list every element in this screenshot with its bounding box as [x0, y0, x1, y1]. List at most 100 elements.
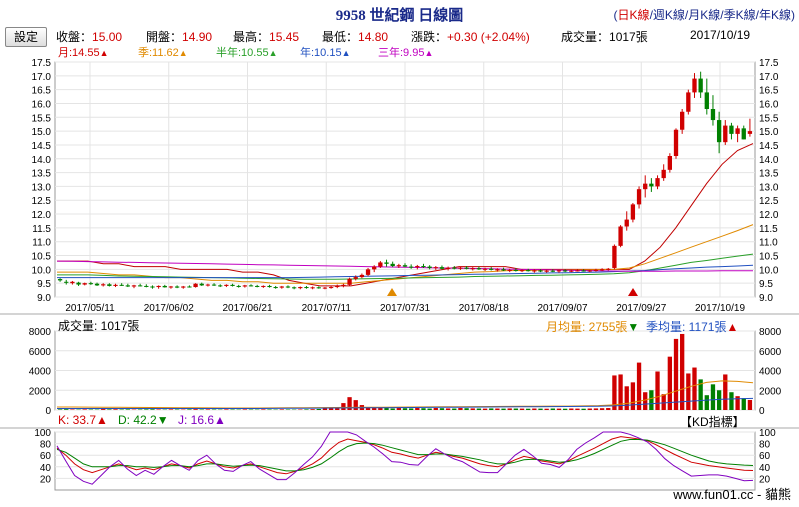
- candle-body: [433, 267, 438, 269]
- kd-d-label: D: 42.2▼: [118, 413, 169, 427]
- price-y-tick-right: 11.0: [759, 238, 778, 249]
- volume-bar: [193, 409, 198, 410]
- volume-bar: [279, 409, 284, 410]
- period-yearly[interactable]: 年K線: [759, 8, 791, 22]
- kd-line-D: [56, 439, 754, 472]
- ma-3year-label: 三年:9.95▲: [378, 47, 434, 59]
- volume-bar: [341, 403, 346, 410]
- volume-bar: [513, 408, 519, 410]
- volume-bar: [224, 409, 229, 410]
- volume-bar: [643, 392, 648, 410]
- volume-bar: [144, 409, 149, 410]
- volume-bar: [310, 409, 315, 410]
- volume-bar: [482, 408, 488, 410]
- price-y-tick-left: 12.5: [32, 196, 52, 207]
- candle-body: [704, 92, 709, 109]
- candle-body: [692, 78, 697, 93]
- price-y-tick-right: 13.0: [759, 182, 779, 193]
- candle-body: [593, 269, 599, 271]
- candle-body: [181, 286, 186, 288]
- candle-body: [193, 283, 198, 288]
- volume-bar: [587, 408, 592, 410]
- price-x-tick: 2017/06/21: [222, 303, 272, 314]
- volume-bar: [384, 408, 389, 410]
- kd-y-tick-left: 80: [40, 440, 52, 451]
- candle-body: [156, 285, 161, 288]
- candle-body: [710, 109, 716, 121]
- kd-y-tick-right: 100: [759, 428, 776, 439]
- volume-quarter-avg: 季均量: 1171張▲: [646, 320, 739, 334]
- volume-bar: [562, 408, 568, 410]
- candle-body: [199, 283, 204, 286]
- volume-bar: [630, 382, 636, 410]
- volume-y-tick-left: 6000: [29, 347, 52, 358]
- price-y-tick-right: 9.5: [759, 279, 773, 290]
- candle-body: [470, 268, 475, 270]
- volume-bar: [335, 407, 340, 410]
- price-y-tick-right: 17.5: [759, 58, 779, 69]
- ma-quarter-label: 季:11.62▲: [138, 47, 188, 59]
- price-plot-frame: [54, 61, 756, 298]
- volume-bar: [322, 407, 328, 410]
- volume-y-tick-right: 6000: [759, 347, 782, 358]
- candle-body: [624, 219, 629, 227]
- price-y-tick-left: 17.0: [32, 72, 52, 83]
- period-quarterly[interactable]: 季K線: [724, 8, 756, 22]
- price-x-tick: 2017/05/11: [65, 303, 115, 314]
- candle-body: [162, 285, 167, 288]
- volume-bar: [187, 409, 192, 410]
- candle-body: [267, 285, 272, 288]
- settings-button[interactable]: 設定: [5, 27, 47, 47]
- volume-bar: [476, 408, 482, 410]
- candle-body: [643, 183, 648, 190]
- price-x-tick: 2017/09/07: [537, 303, 587, 314]
- period-daily[interactable]: 日K線: [618, 8, 650, 22]
- kd-y-tick-left: 60: [40, 451, 52, 462]
- volume-bar: [347, 397, 352, 410]
- volume-bar: [686, 373, 691, 410]
- candle-body: [587, 270, 592, 272]
- volume-bar: [415, 408, 420, 410]
- period-monthly[interactable]: 月K線: [688, 8, 720, 22]
- price-y-tick-left: 9.5: [37, 279, 51, 290]
- candle-body: [187, 286, 192, 288]
- volume-bar: [452, 408, 457, 410]
- candle-body: [378, 262, 383, 267]
- candle-body: [556, 270, 562, 272]
- quote-date: 2017/10/19: [690, 28, 751, 42]
- candle-body: [655, 178, 660, 187]
- candle-body: [501, 269, 506, 271]
- volume-bar: [242, 409, 248, 410]
- volume-bar: [501, 408, 506, 410]
- candle-body: [150, 286, 155, 288]
- quote-open: 開盤：14.90: [146, 30, 213, 44]
- price-x-tick: 2017/06/02: [144, 303, 194, 314]
- candle-body: [211, 284, 217, 286]
- candle-body: [729, 125, 734, 134]
- candle-body: [569, 270, 574, 272]
- candle-body: [205, 284, 211, 286]
- candle-body: [113, 284, 118, 286]
- volume-bar: [107, 409, 112, 410]
- price-y-tick-right: 9.0: [759, 293, 773, 304]
- candle-body: [723, 125, 728, 143]
- volume-bar: [101, 409, 106, 410]
- volume-bar: [636, 362, 642, 410]
- period-weekly[interactable]: 週K線: [653, 8, 685, 22]
- price-y-tick-left: 9.0: [37, 293, 51, 304]
- volume-bar: [747, 399, 753, 410]
- price-y-tick-left: 16.0: [32, 99, 52, 110]
- ma-year-label: 年:10.15▲: [300, 47, 351, 59]
- candle-body: [328, 287, 334, 289]
- candle-body: [125, 285, 130, 287]
- kd-y-tick-right: 60: [759, 451, 771, 462]
- price-y-tick-right: 15.5: [759, 113, 779, 124]
- volume-y-tick-left: 4000: [29, 367, 52, 378]
- volume-bar: [205, 409, 211, 410]
- kd-k-label: K: 33.7▲: [58, 413, 108, 427]
- price-y-tick-left: 11.5: [32, 224, 51, 235]
- price-y-tick-right: 14.5: [759, 141, 779, 152]
- volume-bar: [359, 405, 365, 410]
- price-y-tick-right: 15.0: [759, 127, 779, 138]
- candle-body: [532, 270, 537, 272]
